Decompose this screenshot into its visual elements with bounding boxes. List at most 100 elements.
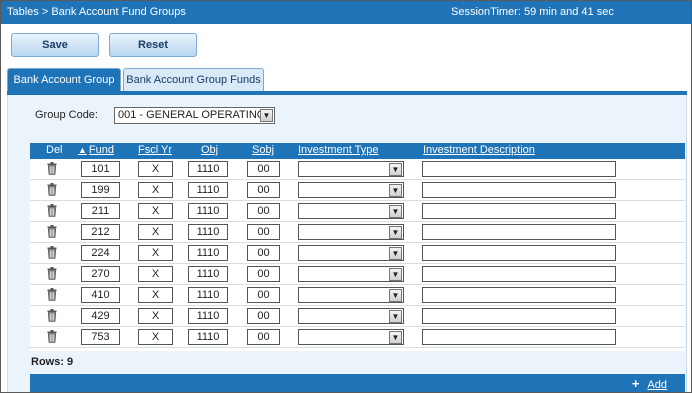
chevron-down-icon[interactable]: ▼ — [389, 184, 402, 197]
trash-icon[interactable] — [47, 309, 57, 322]
chevron-down-icon[interactable]: ▼ — [389, 268, 402, 281]
investment-description-input[interactable] — [422, 182, 616, 198]
table-row: 199 X 1110 00 ▼ — [30, 180, 685, 201]
obj-input[interactable]: 1110 — [188, 308, 228, 324]
investment-type-select[interactable]: ▼ — [298, 308, 404, 324]
fund-input[interactable]: 270 — [81, 266, 120, 282]
fscl-yr-input[interactable]: X — [138, 161, 173, 177]
sobj-input[interactable]: 00 — [247, 203, 280, 219]
obj-input[interactable]: 1110 — [188, 182, 228, 198]
obj-input[interactable]: 1110 — [188, 266, 228, 282]
chevron-down-icon[interactable]: ▼ — [389, 310, 402, 323]
fund-input[interactable]: 753 — [81, 329, 120, 345]
investment-type-select[interactable]: ▼ — [298, 287, 404, 303]
trash-icon[interactable] — [47, 330, 57, 343]
column-header-investment-description[interactable]: Investment Description — [423, 144, 535, 156]
obj-input[interactable]: 1110 — [188, 203, 228, 219]
fscl-yr-input[interactable]: X — [138, 308, 173, 324]
column-header-investment-type[interactable]: Investment Type — [298, 144, 379, 156]
fscl-yr-input[interactable]: X — [138, 266, 173, 282]
investment-description-input[interactable] — [422, 266, 616, 282]
fscl-yr-input[interactable]: X — [138, 182, 173, 198]
trash-icon[interactable] — [47, 288, 57, 301]
fund-input[interactable]: 224 — [81, 245, 120, 261]
chevron-down-icon[interactable]: ▼ — [389, 247, 402, 260]
investment-type-select[interactable]: ▼ — [298, 329, 404, 345]
investment-description-input[interactable] — [422, 224, 616, 240]
rows-count: Rows: 9 — [31, 356, 74, 368]
sobj-input[interactable]: 00 — [247, 266, 280, 282]
fund-input[interactable]: 211 — [81, 203, 120, 219]
column-header-fscl-yr[interactable]: Fscl Yr — [138, 144, 172, 156]
fund-input[interactable]: 101 — [81, 161, 120, 177]
table-row: 410 X 1110 00 ▼ — [30, 285, 685, 306]
sobj-input[interactable]: 00 — [247, 329, 280, 345]
obj-input[interactable]: 1110 — [188, 329, 228, 345]
group-code-select[interactable]: 001 - GENERAL OPERATING ▼ — [114, 107, 275, 124]
table-body: 101 X 1110 00 ▼ 199 X 1110 00 ▼ 211 X 11… — [30, 159, 685, 351]
investment-description-input[interactable] — [422, 161, 616, 177]
investment-type-select[interactable]: ▼ — [298, 161, 404, 177]
obj-input[interactable]: 1110 — [188, 161, 228, 177]
reset-button[interactable]: Reset — [109, 33, 197, 57]
add-label: Add — [647, 379, 667, 391]
sobj-input[interactable]: 00 — [247, 308, 280, 324]
column-header-obj[interactable]: Obj — [201, 144, 218, 156]
obj-input[interactable]: 1110 — [188, 245, 228, 261]
investment-type-select[interactable]: ▼ — [298, 266, 404, 282]
sobj-input[interactable]: 00 — [247, 182, 280, 198]
chevron-down-icon[interactable]: ▼ — [389, 205, 402, 218]
breadcrumb: Tables > Bank Account Fund Groups — [7, 6, 186, 18]
investment-type-select[interactable]: ▼ — [298, 224, 404, 240]
table-row: 224 X 1110 00 ▼ — [30, 243, 685, 264]
sobj-input[interactable]: 00 — [247, 224, 280, 240]
investment-description-input[interactable] — [422, 203, 616, 219]
group-code-label: Group Code: — [35, 109, 98, 121]
investment-description-input[interactable] — [422, 308, 616, 324]
table-footer: + Add — [30, 374, 685, 392]
sobj-input[interactable]: 00 — [247, 287, 280, 303]
sobj-input[interactable]: 00 — [247, 245, 280, 261]
fund-input[interactable]: 429 — [81, 308, 120, 324]
chevron-down-icon[interactable]: ▼ — [389, 226, 402, 239]
table-row: 211 X 1110 00 ▼ — [30, 201, 685, 222]
fund-input[interactable]: 199 — [81, 182, 120, 198]
header-bar: Tables > Bank Account Fund Groups Sessio… — [1, 1, 691, 24]
column-header-sobj[interactable]: Sobj — [252, 144, 274, 156]
investment-description-input[interactable] — [422, 245, 616, 261]
obj-input[interactable]: 1110 — [188, 224, 228, 240]
fund-input[interactable]: 212 — [81, 224, 120, 240]
investment-description-input[interactable] — [422, 287, 616, 303]
column-header-fund-label: Fund — [88, 144, 114, 156]
fscl-yr-input[interactable]: X — [138, 287, 173, 303]
table-row: 753 X 1110 00 ▼ — [30, 327, 685, 348]
investment-description-input[interactable] — [422, 329, 616, 345]
chevron-down-icon[interactable]: ▼ — [389, 163, 402, 176]
fund-input[interactable]: 410 — [81, 287, 120, 303]
save-button[interactable]: Save — [11, 33, 99, 57]
trash-icon[interactable] — [47, 246, 57, 259]
fscl-yr-input[interactable]: X — [138, 224, 173, 240]
sobj-input[interactable]: 00 — [247, 161, 280, 177]
fscl-yr-input[interactable]: X — [138, 245, 173, 261]
column-header-fund[interactable]: ▲ Fund — [78, 144, 114, 156]
table-header: Del ▲ Fund Fscl Yr Obj Sobj Investment Ty… — [30, 143, 685, 159]
chevron-down-icon[interactable]: ▼ — [389, 331, 402, 344]
trash-icon[interactable] — [47, 267, 57, 280]
trash-icon[interactable] — [47, 225, 57, 238]
tab-bank-account-group-funds[interactable]: Bank Account Group Funds — [123, 68, 264, 92]
plus-icon: + — [631, 376, 640, 391]
trash-icon[interactable] — [47, 183, 57, 196]
chevron-down-icon[interactable]: ▼ — [260, 109, 273, 122]
trash-icon[interactable] — [47, 162, 57, 175]
fscl-yr-input[interactable]: X — [138, 203, 173, 219]
investment-type-select[interactable]: ▼ — [298, 203, 404, 219]
investment-type-select[interactable]: ▼ — [298, 182, 404, 198]
fscl-yr-input[interactable]: X — [138, 329, 173, 345]
investment-type-select[interactable]: ▼ — [298, 245, 404, 261]
add-row-link[interactable]: + Add — [632, 376, 667, 391]
obj-input[interactable]: 1110 — [188, 287, 228, 303]
chevron-down-icon[interactable]: ▼ — [389, 289, 402, 302]
trash-icon[interactable] — [47, 204, 57, 217]
tab-bank-account-group[interactable]: Bank Account Group — [7, 68, 121, 92]
